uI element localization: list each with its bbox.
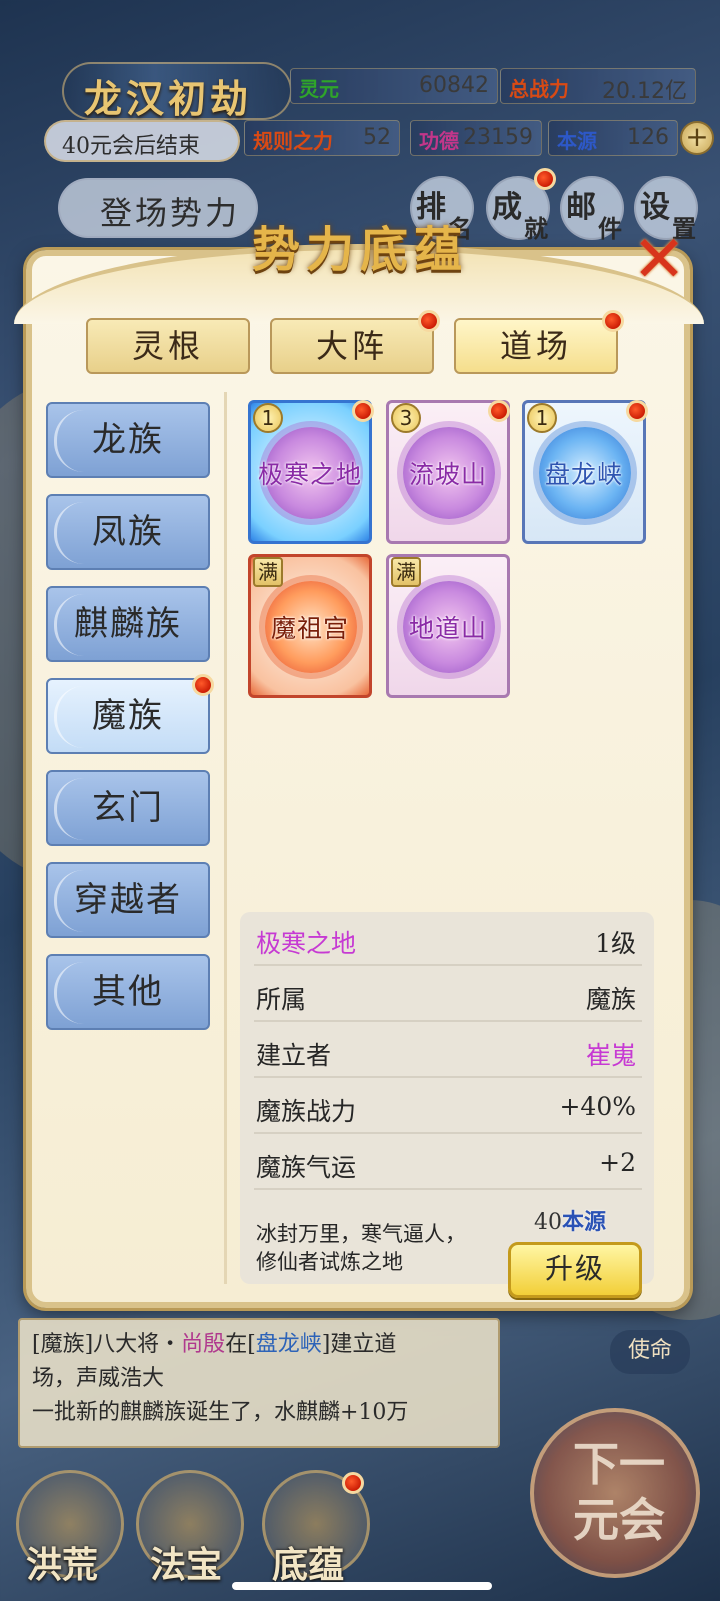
- site-name: 魔祖宫: [270, 614, 349, 643]
- detail-row: 建立者 崔嵬: [254, 1024, 642, 1078]
- stat-lingyuan: 灵元 60842: [290, 68, 498, 104]
- upgrade-button[interactable]: 升级: [508, 1242, 642, 1298]
- notification-dot: [534, 168, 556, 190]
- era-title: 龙汉初劫: [62, 62, 292, 121]
- category-qilin[interactable]: 麒麟族: [46, 586, 210, 662]
- notification-dot: [488, 400, 510, 422]
- site-name: 极寒之地: [257, 460, 362, 489]
- mission-button[interactable]: 使命: [610, 1330, 690, 1374]
- category-dragon[interactable]: 龙族: [46, 402, 210, 478]
- detail-site-level: 1级: [595, 929, 636, 958]
- site-card[interactable]: 地道山 满: [386, 554, 510, 698]
- nav-label-treasure: 法宝: [150, 1544, 223, 1586]
- site-name: 盘龙峡: [544, 460, 623, 489]
- category-traveler[interactable]: 穿越者: [46, 862, 210, 938]
- stat-total-power: 总战力 20.12亿: [500, 68, 696, 104]
- site-level-badge: 满: [253, 557, 283, 587]
- detail-header-row: 极寒之地 1级: [254, 912, 642, 966]
- site-level-badge: 3: [391, 403, 421, 433]
- category-phoenix[interactable]: 凤族: [46, 494, 210, 570]
- site-detail-panel: 极寒之地 1级 所属 魔族 建立者 崔嵬 魔族战力 +40% 魔族气运 +2 冰…: [240, 912, 654, 1298]
- site-card[interactable]: 魔祖宫 满: [248, 554, 372, 698]
- category-xuanmen[interactable]: 玄门: [46, 770, 210, 846]
- site-card[interactable]: 盘龙峡 1: [522, 400, 646, 544]
- home-indicator[interactable]: [232, 1582, 492, 1590]
- site-description: 冰封万里，寒气逼人， 修仙者试炼之地: [256, 1222, 466, 1274]
- tab-spirit-root[interactable]: 灵根: [86, 318, 250, 374]
- divider: [224, 392, 227, 1284]
- notification-dot: [602, 310, 624, 332]
- notification-dot: [626, 400, 648, 422]
- detail-row: 魔族气运 +2: [254, 1136, 642, 1190]
- stat-rule-power: 规则之力 52: [244, 120, 400, 156]
- log-line: 场，声威浩大: [32, 1366, 165, 1391]
- upgrade-cost: 40本源: [534, 1209, 607, 1235]
- add-origin-button[interactable]: +: [680, 121, 714, 155]
- site-card[interactable]: 极寒之地 1: [248, 400, 372, 544]
- tab-formation[interactable]: 大阵: [270, 318, 434, 374]
- category-demon[interactable]: 魔族: [46, 678, 210, 754]
- site-name: 地道山: [408, 614, 487, 643]
- stat-origin: 本源 126: [548, 120, 678, 156]
- nav-label-heritage: 底蕴: [272, 1544, 345, 1586]
- event-log: [魔族]八大将・尚殷在[盘龙峡]建立道 场，声威浩大 一批新的麒麟族诞生了，水麒…: [18, 1318, 500, 1448]
- detail-row: 所属 魔族: [254, 968, 642, 1022]
- countdown: 40元会后结束: [44, 120, 240, 162]
- modal-title: 势力底蕴: [251, 222, 468, 278]
- detail-row: 魔族战力 +40%: [254, 1080, 642, 1134]
- tab-dojo[interactable]: 道场: [454, 318, 618, 374]
- site-card[interactable]: 流坡山 3: [386, 400, 510, 544]
- notification-dot: [342, 1472, 364, 1494]
- notification-dot: [192, 674, 214, 696]
- nav-label-honghuang: 洪荒: [26, 1544, 99, 1586]
- stat-merit: 功德 23159: [410, 120, 542, 156]
- next-era-button[interactable]: 下一元会: [530, 1408, 700, 1578]
- log-line: 一批新的麒麟族诞生了，水麒麟+10万: [32, 1400, 409, 1425]
- close-icon[interactable]: ✕: [628, 228, 690, 294]
- site-level-badge: 1: [527, 403, 557, 433]
- detail-site-name: 极寒之地: [256, 929, 357, 958]
- site-level-badge: 1: [253, 403, 283, 433]
- site-name: 流坡山: [408, 460, 487, 489]
- site-level-badge: 满: [391, 557, 421, 587]
- category-other[interactable]: 其他: [46, 954, 210, 1030]
- log-line: [魔族]八大将・尚殷在[盘龙峡]建立道: [32, 1332, 397, 1357]
- notification-dot: [418, 310, 440, 332]
- notification-dot: [352, 400, 374, 422]
